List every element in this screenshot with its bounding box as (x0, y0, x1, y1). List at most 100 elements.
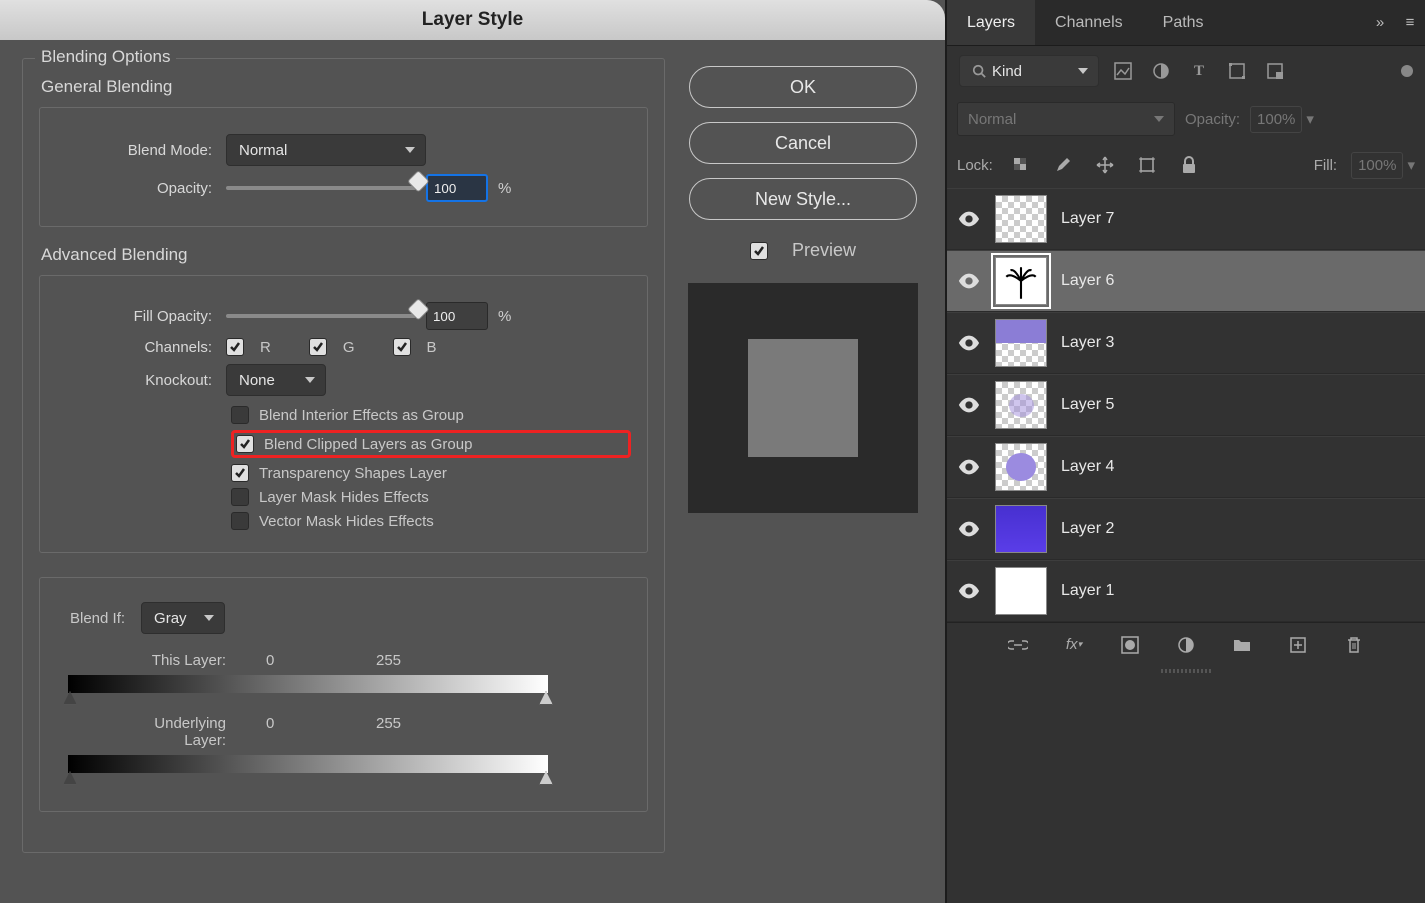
fill-opacity-slider[interactable] (226, 314, 416, 318)
layer-row[interactable]: Layer 6 (947, 250, 1425, 312)
lock-brush-icon[interactable] (1049, 151, 1077, 179)
link-layers-icon[interactable] (1004, 631, 1032, 659)
filter-kind-select[interactable]: Kind (959, 55, 1099, 87)
layer-row[interactable]: Layer 2 (947, 498, 1425, 560)
layer-style-dialog: Layer Style Blending Options General Ble… (0, 0, 945, 903)
layer-thumbnail[interactable] (995, 195, 1047, 243)
channel-b-checkbox[interactable] (393, 338, 411, 356)
blend-if-label: Blend If: (70, 610, 125, 627)
visibility-toggle-icon[interactable] (957, 207, 981, 231)
blend-mode-label: Blend Mode: (56, 142, 226, 159)
layer-blend-mode-select[interactable]: Normal (957, 102, 1175, 136)
fill-opacity-input[interactable] (426, 302, 488, 330)
blend-clipped-checkbox[interactable] (236, 435, 254, 453)
fill-opacity-label: Fill Opacity: (56, 308, 226, 325)
opacity-slider[interactable] (226, 186, 416, 190)
new-group-icon[interactable] (1228, 631, 1256, 659)
vector-mask-hides-checkbox[interactable] (231, 512, 249, 530)
layer-row[interactable]: Layer 4 (947, 436, 1425, 498)
visibility-toggle-icon[interactable] (957, 393, 981, 417)
transparency-shapes-label: Transparency Shapes Layer (259, 465, 447, 482)
underlying-white-handle[interactable] (539, 771, 553, 785)
layer-thumbnail[interactable] (995, 319, 1047, 367)
layer-thumbnail[interactable] (995, 567, 1047, 615)
tab-channels[interactable]: Channels (1035, 0, 1143, 45)
fill-label: Fill: (1314, 157, 1337, 174)
visibility-toggle-icon[interactable] (957, 331, 981, 355)
this-layer-gradient-slider[interactable] (68, 675, 548, 693)
lock-artboard-icon[interactable] (1133, 151, 1161, 179)
tab-layers[interactable]: Layers (947, 0, 1035, 45)
delete-layer-icon[interactable] (1340, 631, 1368, 659)
panel-resize-gripper[interactable] (947, 666, 1425, 676)
visibility-toggle-icon[interactable] (957, 579, 981, 603)
add-mask-icon[interactable] (1116, 631, 1144, 659)
layer-row[interactable]: Layer 7 (947, 188, 1425, 250)
filter-toggle-icon[interactable] (1401, 65, 1413, 77)
layer-thumbnail[interactable] (995, 257, 1047, 305)
layers-panel: Layers Channels Paths » ≡ Kind T Normal … (945, 0, 1425, 903)
underlying-layer-gradient-slider[interactable] (68, 755, 548, 773)
blend-interior-checkbox[interactable] (231, 406, 249, 424)
general-blending-heading: General Blending (39, 77, 648, 97)
knockout-select[interactable]: None (226, 364, 326, 396)
panel-menu-icon[interactable]: ≡ (1395, 0, 1425, 45)
layer-thumbnail[interactable] (995, 443, 1047, 491)
lock-position-icon[interactable] (1091, 151, 1119, 179)
filter-pixel-icon[interactable] (1109, 57, 1137, 85)
fx-icon[interactable]: fx▾ (1060, 631, 1088, 659)
layer-opacity-label: Opacity: (1185, 111, 1240, 128)
filter-smartobject-icon[interactable] (1261, 57, 1289, 85)
new-adjustment-icon[interactable] (1172, 631, 1200, 659)
visibility-toggle-icon[interactable] (957, 455, 981, 479)
filter-type-icon[interactable]: T (1185, 57, 1213, 85)
layer-opacity-value[interactable]: 100% (1250, 106, 1302, 133)
channel-g-checkbox[interactable] (309, 338, 327, 356)
this-layer-label: This Layer: (116, 652, 266, 669)
lock-label: Lock: (957, 157, 993, 174)
layer-name: Layer 3 (1061, 334, 1114, 352)
visibility-toggle-icon[interactable] (957, 269, 981, 293)
filter-shape-icon[interactable] (1223, 57, 1251, 85)
layer-name: Layer 1 (1061, 582, 1114, 600)
blend-if-select[interactable]: Gray (141, 602, 225, 634)
percent-unit: % (498, 180, 511, 197)
opacity-input[interactable] (426, 174, 488, 202)
channels-label: Channels: (56, 339, 226, 356)
preview-label: Preview (792, 240, 856, 261)
underlying-black-handle[interactable] (63, 771, 77, 785)
layer-name: Layer 7 (1061, 210, 1114, 228)
cancel-button[interactable]: Cancel (689, 122, 917, 164)
fill-value[interactable]: 100% (1351, 152, 1403, 179)
tab-paths[interactable]: Paths (1143, 0, 1224, 45)
new-layer-icon[interactable] (1284, 631, 1312, 659)
filter-adjustment-icon[interactable] (1147, 57, 1175, 85)
blend-interior-label: Blend Interior Effects as Group (259, 407, 464, 424)
channel-r-checkbox[interactable] (226, 338, 244, 356)
layer-mask-hides-checkbox[interactable] (231, 488, 249, 506)
vector-mask-hides-label: Vector Mask Hides Effects (259, 513, 434, 530)
blend-clipped-label: Blend Clipped Layers as Group (264, 436, 472, 453)
this-layer-black-handle[interactable] (63, 691, 77, 705)
lock-transparent-icon[interactable] (1007, 151, 1035, 179)
layer-row[interactable]: Layer 3 (947, 312, 1425, 374)
knockout-label: Knockout: (56, 372, 226, 389)
this-layer-white-handle[interactable] (539, 691, 553, 705)
opacity-label: Opacity: (56, 180, 226, 197)
visibility-toggle-icon[interactable] (957, 517, 981, 541)
ok-button[interactable]: OK (689, 66, 917, 108)
lock-all-icon[interactable] (1175, 151, 1203, 179)
collapse-icon[interactable]: » (1365, 0, 1395, 45)
layer-thumbnail[interactable] (995, 381, 1047, 429)
transparency-shapes-checkbox[interactable] (231, 464, 249, 482)
blending-options-group: Blending Options General Blending Blend … (22, 58, 665, 853)
layer-mask-hides-label: Layer Mask Hides Effects (259, 489, 429, 506)
blend-mode-select[interactable]: Normal (226, 134, 426, 166)
layer-row[interactable]: Layer 5 (947, 374, 1425, 436)
preview-checkbox[interactable] (750, 242, 768, 260)
layer-row[interactable]: Layer 1 (947, 560, 1425, 622)
preview-swatch (688, 283, 918, 513)
layer-thumbnail[interactable] (995, 505, 1047, 553)
new-style-button[interactable]: New Style... (689, 178, 917, 220)
layer-name: Layer 4 (1061, 458, 1114, 476)
